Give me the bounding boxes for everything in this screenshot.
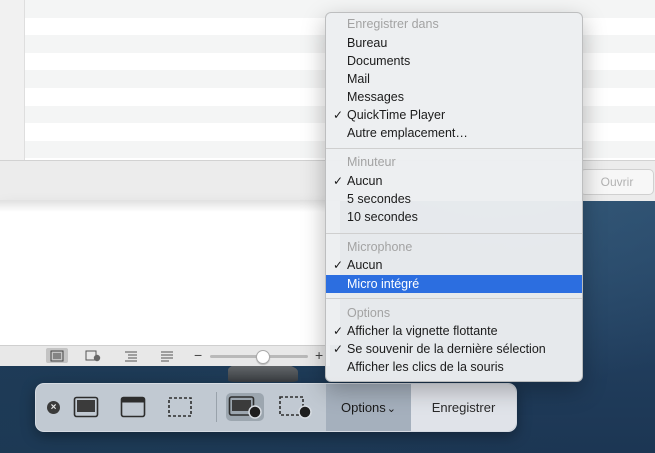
menu-section-header: Options: [347, 306, 391, 320]
close-icon[interactable]: ×: [47, 401, 60, 414]
checkmark-icon: ✓: [333, 342, 344, 356]
draft-view-icon[interactable]: [156, 348, 178, 363]
menu-item-documents[interactable]: Documents: [326, 52, 582, 70]
menu-item-timer-10s[interactable]: 10 secondes: [326, 208, 582, 226]
record-selection-button[interactable]: [276, 393, 314, 421]
record-button[interactable]: Enregistrer: [411, 384, 516, 431]
options-button[interactable]: Options⌄: [326, 384, 411, 431]
menu-item-show-mouse-clicks[interactable]: Afficher les clics de la souris: [326, 358, 582, 376]
sheet-shadow: [0, 200, 340, 212]
open-button[interactable]: Ouvrir: [580, 169, 654, 195]
menu-item-show-floating-thumbnail[interactable]: ✓ Afficher la vignette flottante: [326, 322, 582, 340]
entire-screen-icon: [73, 396, 99, 418]
capture-entire-screen-button[interactable]: [71, 393, 101, 421]
status-bar: − +: [0, 345, 330, 366]
checkmark-icon: ✓: [333, 258, 344, 272]
menu-item-mail[interactable]: Mail: [326, 70, 582, 88]
checkmark-icon: ✓: [333, 324, 344, 338]
menu-item-label: Afficher la vignette flottante: [347, 324, 498, 338]
menu-item-label: Autre emplacement…: [347, 126, 468, 140]
toolbar-divider: [216, 392, 217, 422]
record-entire-screen-button[interactable]: [226, 393, 264, 421]
menu-item-mic-none[interactable]: ✓ Aucun: [326, 256, 582, 274]
outline-view-icon[interactable]: [120, 348, 142, 363]
menu-item-remember-last-selection[interactable]: ✓ Se souvenir de la dernière sélection: [326, 340, 582, 358]
menu-item-label: Bureau: [347, 36, 388, 50]
menu-section-header: Microphone: [347, 240, 413, 254]
menu-item-bureau[interactable]: Bureau: [326, 34, 582, 52]
checkmark-icon: ✓: [333, 174, 344, 188]
window-icon: [120, 396, 146, 418]
zoom-out-button[interactable]: −: [194, 346, 202, 365]
capture-selection-button[interactable]: [165, 393, 195, 421]
chevron-down-icon: ⌄: [386, 403, 397, 415]
menu-item-label: 5 secondes: [347, 192, 411, 206]
checkmark-icon: ✓: [333, 108, 344, 122]
menu-item-quicktime-player[interactable]: ✓ QuickTime Player: [326, 106, 582, 124]
menu-item-label: Se souvenir de la dernière sélection: [347, 342, 546, 356]
zoom-slider-knob[interactable]: [256, 350, 270, 364]
dialog-sidebar: [0, 0, 25, 160]
menu-item-label: Mail: [347, 72, 370, 86]
selection-icon: [168, 397, 192, 417]
menu-item-label: QuickTime Player: [347, 108, 446, 122]
menu-section-header: Enregistrer dans: [347, 17, 439, 31]
screenshot-toolbar: × Options⌄ Enregistrer: [35, 383, 517, 432]
menu-item-label: 10 secondes: [347, 210, 418, 224]
document-page[interactable]: [0, 200, 340, 345]
menu-separator: [326, 298, 582, 299]
menu-separator: [326, 148, 582, 149]
menu-item-timer-5s[interactable]: 5 secondes: [326, 190, 582, 208]
menu-item-messages[interactable]: Messages: [326, 88, 582, 106]
menu-item-label: Documents: [347, 54, 411, 68]
menu-item-label: Aucun: [347, 174, 383, 188]
menu-item-timer-none[interactable]: ✓ Aucun: [326, 172, 582, 190]
record-selection-icon: [279, 396, 312, 419]
menu-item-label: Afficher les clics de la souris: [347, 360, 504, 374]
menu-item-label: Micro intégré: [347, 277, 420, 291]
menu-item-label: Messages: [347, 90, 404, 104]
options-menu: Enregistrer dans Bureau Documents Mail M…: [325, 12, 583, 382]
options-label: Options: [340, 400, 386, 415]
web-view-icon[interactable]: [82, 348, 104, 363]
menu-item-built-in-mic[interactable]: Micro intégré: [326, 275, 582, 293]
page-view-icon[interactable]: [46, 348, 68, 363]
menu-item-other-location[interactable]: Autre emplacement…: [326, 124, 582, 142]
menu-item-label: Aucun: [347, 258, 383, 272]
menu-separator: [326, 233, 582, 234]
menu-section-header: Minuteur: [347, 155, 396, 169]
capture-window-button[interactable]: [118, 393, 148, 421]
zoom-in-button[interactable]: +: [315, 346, 323, 365]
record-screen-icon: [228, 396, 262, 419]
